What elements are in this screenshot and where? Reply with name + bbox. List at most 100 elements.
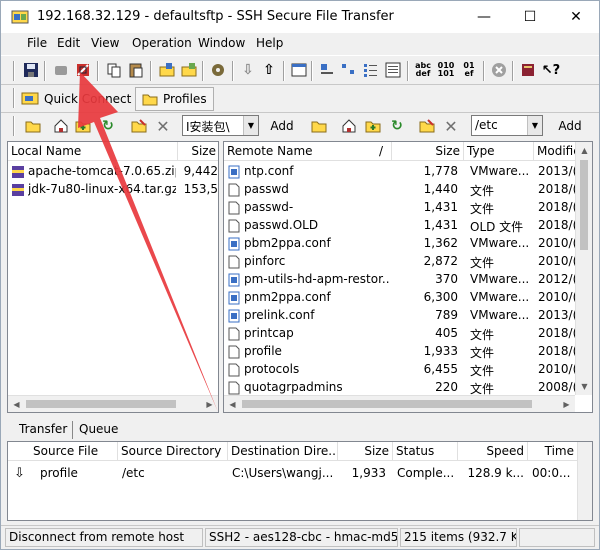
- up-folder-icon[interactable]: [309, 116, 329, 136]
- delete-icon[interactable]: ✕: [441, 116, 461, 136]
- binary-mode-icon[interactable]: 010 101: [436, 60, 456, 80]
- arrow-up-icon[interactable]: ⇧: [259, 60, 279, 80]
- table-row[interactable]: ⇩ profile /etc C:\Users\wangj... 1,933 C…: [8, 465, 592, 483]
- size-header[interactable]: Size: [338, 442, 393, 461]
- scroll-thumb[interactable]: [26, 400, 176, 408]
- refresh-icon[interactable]: ↻: [387, 116, 407, 136]
- remote-path-combo[interactable]: /etc ▼: [471, 115, 543, 136]
- chevron-down-icon[interactable]: ▼: [243, 116, 258, 135]
- list-item[interactable]: pnm2ppa.conf 6,300 VMware... 2010/(: [224, 289, 592, 307]
- new-folder-icon[interactable]: [363, 116, 383, 136]
- menu-help[interactable]: Help: [256, 36, 283, 50]
- remote-horizontal-scrollbar[interactable]: ◀ ▶: [224, 395, 575, 412]
- list-view-icon[interactable]: [361, 60, 381, 80]
- close-button[interactable]: ✕: [553, 1, 599, 33]
- save-icon[interactable]: [21, 60, 41, 80]
- stop-icon[interactable]: [489, 60, 509, 80]
- source-dir-header[interactable]: Source Directory: [118, 442, 228, 461]
- arrow-down-icon[interactable]: ⇩: [238, 60, 258, 80]
- local-size-header[interactable]: Size: [178, 142, 218, 161]
- details-view-icon[interactable]: [383, 60, 403, 80]
- copy-icon[interactable]: [104, 60, 124, 80]
- tab-queue[interactable]: Queue: [75, 421, 133, 439]
- list-item[interactable]: passwd 1,440 文件 2018/(: [224, 181, 592, 199]
- list-item[interactable]: protocols 6,455 文件 2010/(: [224, 361, 592, 379]
- list-item[interactable]: passwd- 1,431 文件 2018/(: [224, 199, 592, 217]
- list-item[interactable]: profile 1,933 文件 2018/(: [224, 343, 592, 361]
- local-add-button[interactable]: Add: [263, 115, 301, 137]
- remote-name-header[interactable]: Remote Name /: [224, 142, 392, 161]
- menu-view[interactable]: View: [91, 36, 119, 50]
- remote-vertical-scrollbar[interactable]: ▲ ▼: [575, 142, 592, 395]
- menu-operation[interactable]: Operation: [132, 36, 192, 50]
- list-item[interactable]: ntp.conf 1,778 VMware... 2013/(: [224, 163, 592, 181]
- remote-type-header[interactable]: Type: [464, 142, 534, 161]
- scroll-right-icon[interactable]: ▶: [201, 396, 218, 412]
- menu-window[interactable]: Window: [198, 36, 245, 50]
- status-extra: [519, 528, 595, 547]
- download-folder-icon[interactable]: [179, 60, 199, 80]
- delete-icon[interactable]: ✕: [153, 116, 173, 136]
- up-folder-icon[interactable]: [23, 116, 43, 136]
- profiles-button[interactable]: Profiles: [135, 87, 214, 111]
- source-file-header[interactable]: Source File: [8, 442, 118, 461]
- scroll-up-icon[interactable]: ▲: [576, 142, 592, 159]
- time-header[interactable]: Time: [528, 442, 578, 461]
- small-icons-icon[interactable]: [339, 60, 359, 80]
- file-icon: [228, 201, 240, 215]
- scroll-left-icon[interactable]: ◀: [224, 396, 241, 412]
- scroll-thumb[interactable]: [580, 160, 588, 250]
- status-header[interactable]: Status: [393, 442, 458, 461]
- scroll-thumb[interactable]: [242, 400, 532, 408]
- scroll-left-icon[interactable]: ◀: [8, 396, 25, 412]
- window-icon[interactable]: [289, 60, 309, 80]
- auto-mode-icon[interactable]: 01 ef: [459, 60, 479, 80]
- chevron-down-icon[interactable]: ▼: [527, 116, 542, 135]
- remote-add-button[interactable]: Add: [551, 115, 589, 137]
- list-item[interactable]: pm-utils-hd-apm-restor... 370 VMware... 201…: [224, 271, 592, 289]
- remote-size-header[interactable]: Size: [392, 142, 464, 161]
- menu-bar: File Edit View Operation Window Help: [1, 33, 599, 55]
- help-book-icon[interactable]: [518, 60, 538, 80]
- list-item[interactable]: apache-tomcat-7.0.65.zip 9,442: [8, 163, 218, 181]
- rename-icon[interactable]: [129, 116, 149, 136]
- upload-folder-icon[interactable]: [157, 60, 177, 80]
- ascii-mode-icon[interactable]: abc def: [413, 60, 433, 80]
- list-item[interactable]: jdk-7u80-linux-x64.tar.gz 153,5: [8, 181, 218, 199]
- paste-icon[interactable]: [126, 60, 146, 80]
- large-icons-icon[interactable]: [317, 60, 337, 80]
- maximize-button[interactable]: ☐: [507, 1, 553, 33]
- list-item[interactable]: prelink.conf 789 VMware... 2013/(: [224, 307, 592, 325]
- tab-transfer[interactable]: Transfer: [15, 421, 73, 439]
- list-item[interactable]: passwd.OLD 1,431 OLD 文件 2018/(: [224, 217, 592, 235]
- new-folder-icon[interactable]: [73, 116, 93, 136]
- disconnect-icon[interactable]: [73, 60, 93, 80]
- context-help-icon[interactable]: ↖?: [541, 60, 561, 80]
- menu-file[interactable]: File: [27, 36, 47, 50]
- local-horizontal-scrollbar[interactable]: ◀ ▶: [8, 395, 218, 412]
- minimize-button[interactable]: —: [461, 1, 507, 33]
- list-item[interactable]: pbm2ppa.conf 1,362 VMware... 2010/(: [224, 235, 592, 253]
- local-path-combo[interactable]: I安装包\ ▼: [182, 115, 259, 136]
- remote-file-list[interactable]: Remote Name / Size Type Modifie ntp.conf 1…: [223, 141, 593, 413]
- transfer-list[interactable]: Source File Source Directory Destination…: [7, 441, 593, 521]
- dest-dir-header[interactable]: Destination Dire...: [228, 442, 338, 461]
- rename-icon[interactable]: [417, 116, 437, 136]
- scroll-right-icon[interactable]: ▶: [558, 396, 575, 412]
- scroll-down-icon[interactable]: ▼: [576, 378, 592, 395]
- local-name-header[interactable]: Local Name: [8, 142, 178, 161]
- speed-header[interactable]: Speed: [458, 442, 528, 461]
- menu-edit[interactable]: Edit: [57, 36, 80, 50]
- settings-icon[interactable]: [208, 60, 228, 80]
- local-file-list[interactable]: Local Name Size apache-tomcat-7.0.65.zip…: [7, 141, 219, 413]
- transfer-vertical-scrollbar[interactable]: [577, 442, 592, 520]
- connect-icon[interactable]: [51, 60, 71, 80]
- quick-connect-button[interactable]: Quick Connect: [21, 87, 131, 111]
- home-icon[interactable]: [51, 116, 71, 136]
- remote-file-size: 220: [435, 380, 458, 394]
- home-icon[interactable]: [339, 116, 359, 136]
- refresh-icon[interactable]: ↻: [98, 116, 118, 136]
- remote-file-name: profile: [244, 344, 282, 358]
- list-item[interactable]: pinforc 2,872 文件 2010/(: [224, 253, 592, 271]
- list-item[interactable]: printcap 405 文件 2018/(: [224, 325, 592, 343]
